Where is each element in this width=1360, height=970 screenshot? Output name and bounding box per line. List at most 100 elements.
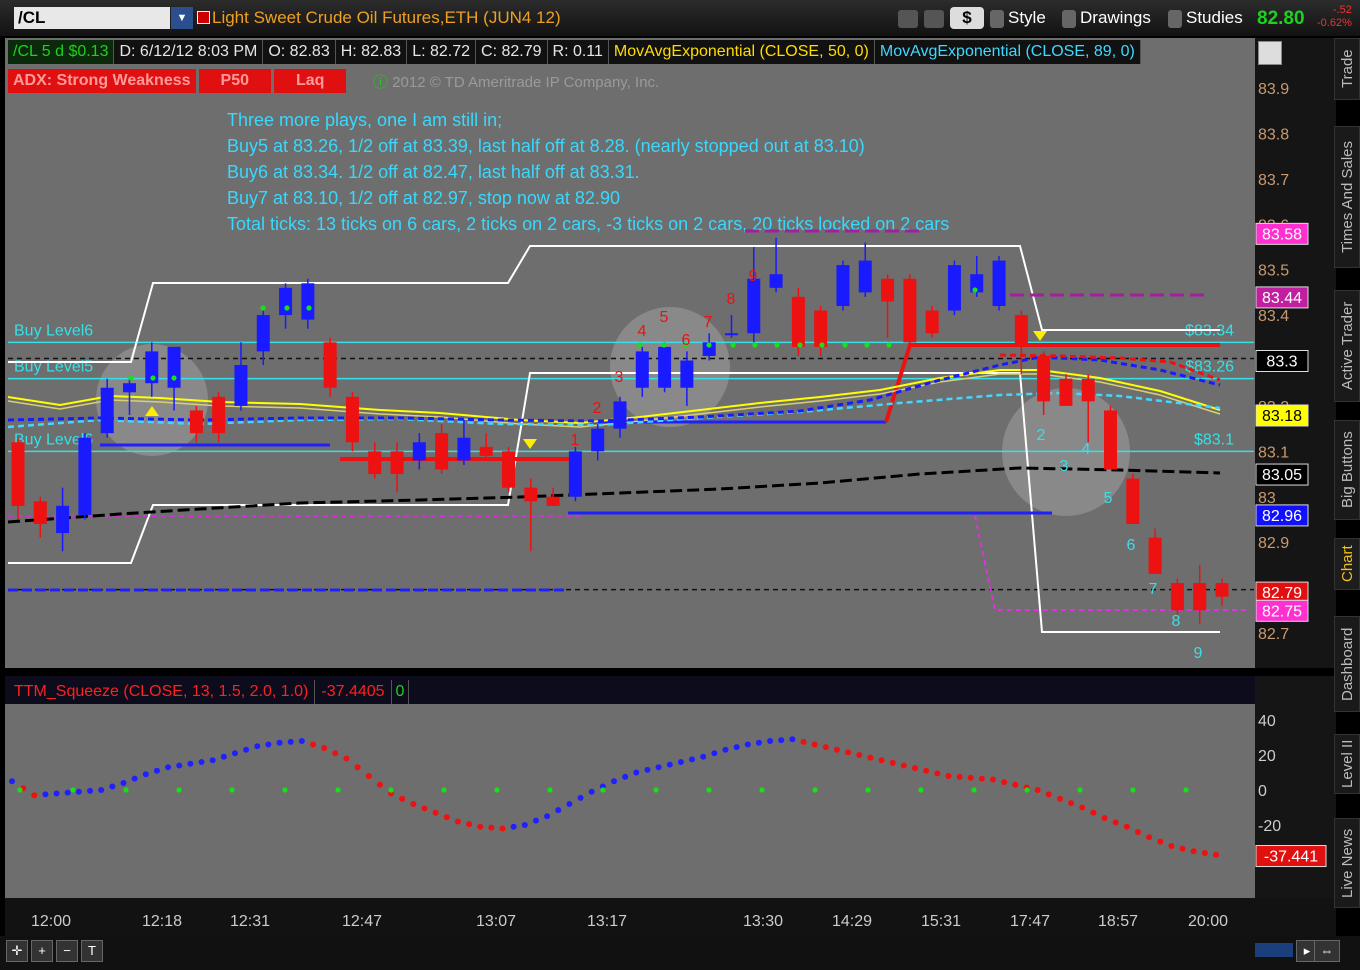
tab-big-buttons[interactable]: Big Buttons (1334, 420, 1360, 520)
price-tick-label: 83.1 (1258, 444, 1289, 461)
candle-body (234, 365, 248, 406)
momentum-point (1134, 829, 1141, 835)
price-tick-label: 83.5 (1258, 263, 1289, 280)
squeeze-tick-label: 40 (1258, 713, 1276, 730)
squeeze-title[interactable]: TTM_Squeeze (CLOSE, 13, 1.5, 2.0, 1.0) (14, 680, 316, 704)
momentum-point (1090, 809, 1097, 816)
candle-body (323, 342, 337, 388)
momentum-point (1112, 819, 1119, 826)
momentum-point (622, 773, 629, 780)
momentum-point (611, 778, 617, 785)
squeeze-dot (388, 787, 394, 793)
momentum-point (31, 792, 38, 799)
momentum-point (1123, 823, 1130, 830)
signal-dot (171, 375, 177, 381)
candle-body (791, 296, 805, 347)
squeeze-dot (759, 787, 765, 793)
price-label-text: 83.44 (1262, 290, 1302, 307)
momentum-point (421, 805, 428, 812)
signal-dot (150, 375, 156, 381)
squeeze-signal: 0 (392, 680, 410, 704)
count-up-label: 6 (682, 332, 691, 349)
momentum-point (577, 794, 584, 801)
squeeze-value-text: -37.441 (1264, 849, 1318, 866)
momentum-point (555, 807, 562, 814)
momentum-point (1068, 800, 1075, 807)
momentum-point (923, 767, 930, 774)
squeeze-dot (1183, 787, 1189, 793)
momentum-point (466, 821, 473, 828)
momentum-point (64, 789, 71, 796)
price-tick-label: 83 (1258, 490, 1276, 507)
squeeze-tick-label: -20 (1258, 818, 1281, 835)
momentum-point (198, 759, 205, 765)
candle-body (457, 437, 471, 461)
squeeze-dot (494, 787, 500, 793)
momentum-point (900, 762, 907, 769)
momentum-point (677, 759, 684, 765)
squeeze-dot (547, 787, 553, 793)
momentum-point (310, 741, 316, 748)
squeeze-dot (706, 787, 712, 793)
momentum-point (755, 739, 762, 746)
price-label-text: 82.79 (1262, 585, 1302, 602)
expand-icon[interactable]: ⇔ (1314, 940, 1340, 962)
tab-live-news[interactable]: Live News (1334, 818, 1360, 908)
zoom-out-icon[interactable]: − (56, 940, 78, 962)
momentum-point (142, 771, 149, 778)
signal-dot (886, 342, 892, 348)
candle-body (1215, 583, 1229, 597)
candle-body (368, 451, 382, 475)
time-tick-label: 17:47 (1010, 913, 1050, 930)
candle-body (724, 333, 738, 336)
squeeze-dot (1077, 787, 1083, 793)
count-up-label: 1 (571, 432, 580, 449)
candle-body (1104, 410, 1118, 470)
count-up-label: 7 (704, 314, 713, 331)
tab-level-ii[interactable]: Level II (1334, 734, 1360, 794)
text-tool-icon[interactable]: T (81, 940, 103, 962)
momentum-point (98, 787, 105, 793)
momentum-point (287, 738, 294, 745)
tab-trade[interactable]: Trade (1334, 38, 1360, 100)
tab-times-and-sales[interactable]: Times And Sales (1334, 126, 1360, 268)
candle-body (858, 260, 872, 293)
zoom-in-icon[interactable]: + (31, 940, 53, 962)
signal-arrow-icon (1033, 331, 1047, 341)
momentum-point (120, 780, 127, 786)
signal-dot (752, 342, 758, 348)
momentum-point (220, 753, 227, 760)
momentum-point (153, 767, 160, 774)
tab-active-trader[interactable]: Active Trader (1334, 290, 1360, 402)
momentum-point (633, 769, 640, 776)
candle-body (814, 310, 828, 347)
crosshair-icon[interactable]: ✛ (6, 940, 28, 962)
momentum-point (187, 760, 194, 767)
momentum-point (298, 738, 305, 744)
momentum-point (532, 817, 539, 824)
candle-body (1014, 315, 1028, 347)
candle-body (658, 346, 672, 388)
count-up-label: 3 (615, 369, 624, 386)
candle-body (1081, 378, 1095, 402)
momentum-point (700, 753, 707, 760)
candle-body (1059, 378, 1073, 406)
momentum-point (1079, 804, 1086, 811)
momentum-point (1034, 787, 1041, 793)
candle-body (345, 396, 359, 443)
candle-body (33, 501, 47, 524)
count-down-label: 4 (1082, 441, 1091, 458)
tab-dashboard[interactable]: Dashboard (1334, 616, 1360, 712)
time-tick-label: 13:07 (476, 913, 516, 930)
candle-body (100, 387, 114, 434)
squeeze-dot (441, 787, 447, 793)
momentum-point (1001, 779, 1008, 786)
momentum-point (265, 741, 272, 748)
signal-dot (842, 342, 848, 348)
tab-chart[interactable]: Chart (1334, 538, 1360, 590)
momentum-point (131, 775, 138, 782)
momentum-point (889, 759, 896, 766)
time-tick-label: 18:57 (1098, 913, 1138, 930)
momentum-point (410, 801, 417, 807)
scrollbar-thumb[interactable] (1255, 943, 1293, 957)
